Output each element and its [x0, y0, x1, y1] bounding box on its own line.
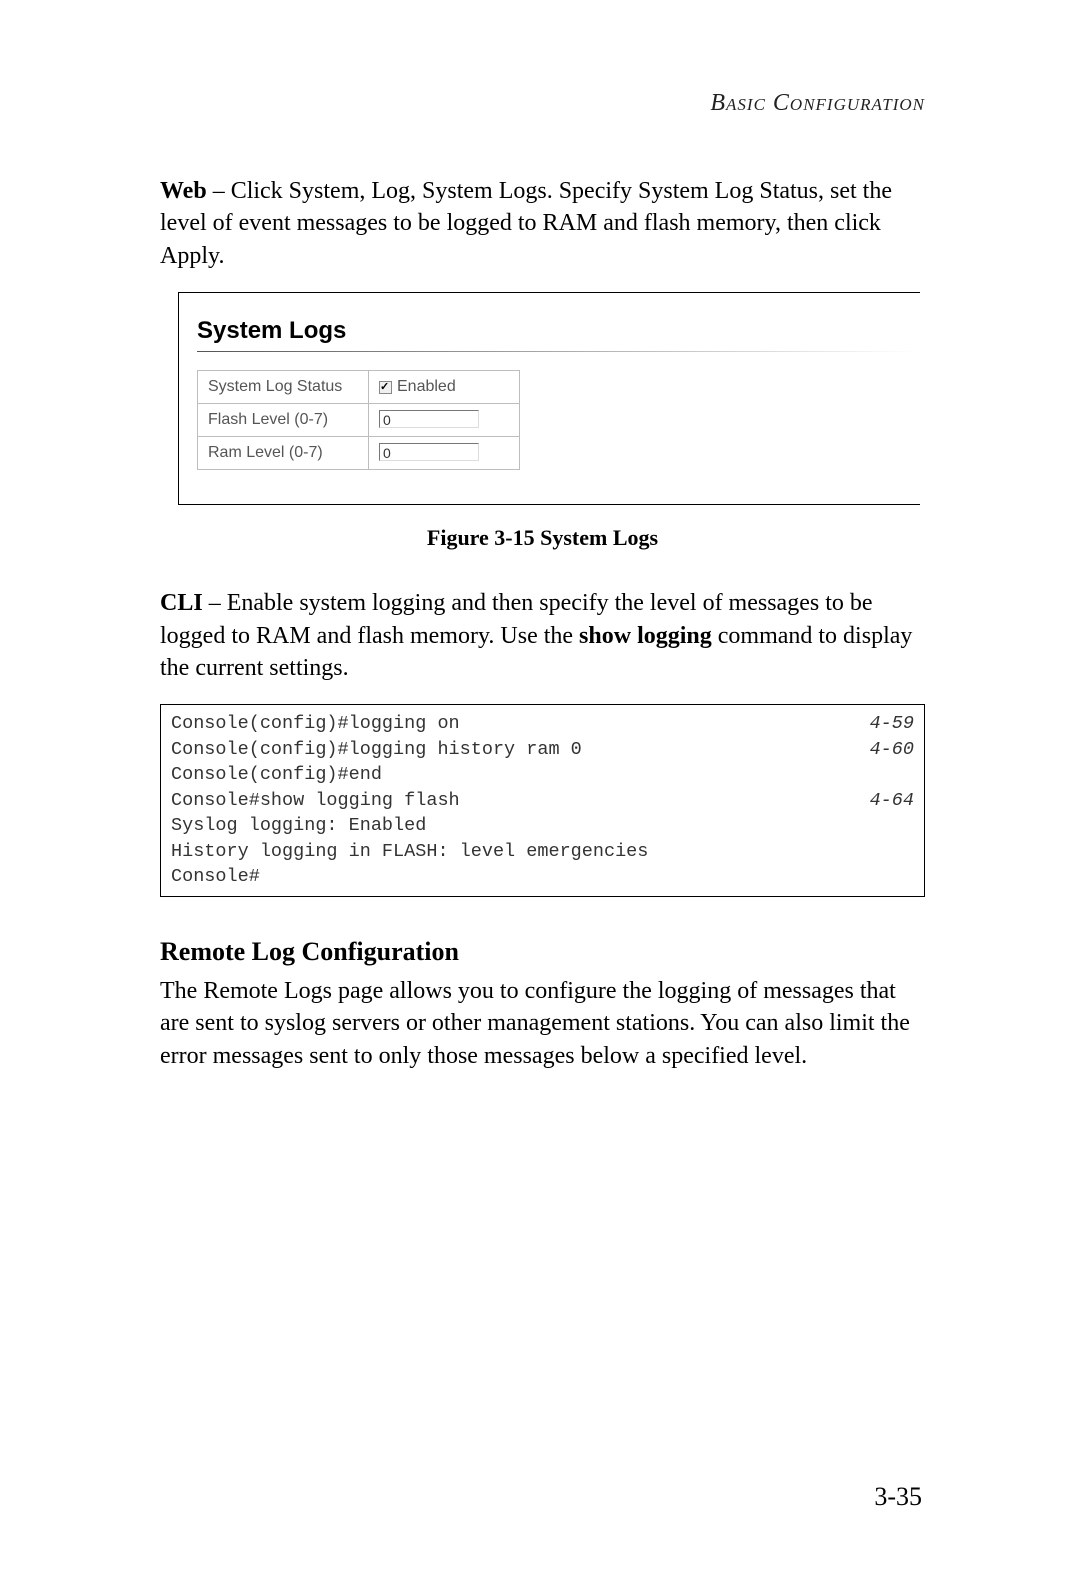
web-paragraph: Web – Click System, Log, System Logs. Sp… — [160, 175, 925, 272]
page: Basic Configuration Web – Click System, … — [0, 0, 1080, 1570]
cli-line: Console# — [171, 864, 260, 890]
cli-line: Console(config)#logging on — [171, 711, 460, 737]
enabled-label: Enabled — [397, 378, 456, 396]
remote-paragraph: The Remote Logs page allows you to confi… — [160, 975, 925, 1072]
cli-line: Syslog logging: Enabled — [171, 813, 426, 839]
figure-title: System Logs — [197, 317, 920, 345]
flash-cell: 0 — [369, 404, 520, 437]
ram-label: Ram Level (0-7) — [198, 437, 369, 470]
status-label: System Log Status — [198, 371, 369, 404]
remote-log-heading: Remote Log Configuration — [160, 937, 925, 967]
figure-caption: Figure 3-15 System Logs — [160, 525, 925, 551]
cli-line: Console(config)#end — [171, 762, 382, 788]
cli-line: Console(config)#logging history ram 0 — [171, 737, 582, 763]
ram-level-input[interactable]: 0 — [379, 443, 479, 461]
cli-output: Console(config)#logging on 4-59 Console(co… — [160, 704, 925, 897]
web-lead: Web — [160, 178, 207, 204]
cli-line: History logging in FLASH: level emergenc… — [171, 839, 648, 865]
flash-label: Flash Level (0-7) — [198, 404, 369, 437]
cli-bold-cmd: show logging — [579, 623, 712, 649]
table-row: Flash Level (0-7) 0 — [198, 404, 520, 437]
ram-cell: 0 — [369, 437, 520, 470]
page-number: 3-35 — [874, 1482, 922, 1512]
cli-lead: CLI — [160, 590, 203, 616]
table-row: Ram Level (0-7) 0 — [198, 437, 520, 470]
running-header: Basic Configuration — [160, 90, 925, 117]
web-text: – Click System, Log, System Logs. Specif… — [160, 178, 892, 269]
table-row: System Log Status Enabled — [198, 371, 520, 404]
system-logs-figure: System Logs System Log Status Enabled Fl… — [178, 292, 920, 505]
flash-level-input[interactable]: 0 — [379, 410, 479, 428]
figure-divider — [197, 351, 917, 352]
cli-ref: 4-60 — [870, 737, 914, 763]
config-table: System Log Status Enabled Flash Level (0… — [197, 370, 520, 470]
cli-ref: 4-64 — [870, 788, 914, 814]
cli-line: Console#show logging flash — [171, 788, 460, 814]
cli-ref: 4-59 — [870, 711, 914, 737]
enabled-checkbox[interactable] — [379, 381, 392, 394]
cli-paragraph: CLI – Enable system logging and then spe… — [160, 587, 925, 684]
status-cell: Enabled — [369, 371, 520, 404]
